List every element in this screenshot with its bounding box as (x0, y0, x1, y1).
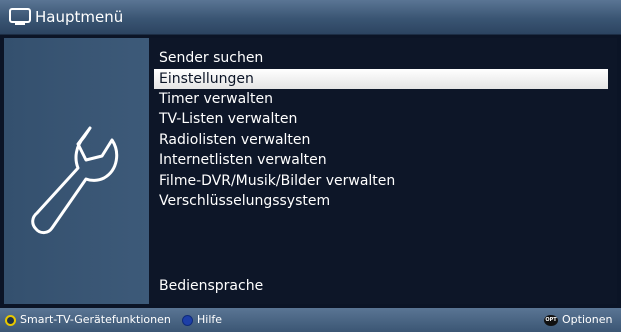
title-bar: Hauptmenü (0, 0, 621, 35)
menu-item[interactable]: Internetlisten verwalten (154, 150, 608, 171)
options-button-label: Optionen (562, 313, 613, 326)
main-menu-panel: Sender suchen Einstellungen Timer verwalte… (149, 38, 617, 304)
wrench-icon (31, 126, 119, 235)
tv-icon (9, 8, 31, 25)
footer-bar: Smart-TV-Gerätefunktionen Hilfe OPT Opti… (0, 308, 621, 332)
menu-item[interactable]: Einstellungen (154, 68, 608, 89)
blue-dot-icon (182, 314, 193, 326)
options-button[interactable]: OPT Optionen (544, 314, 612, 326)
page-title: Hauptmenü (35, 8, 124, 26)
menu-item[interactable]: Sender suchen (154, 48, 608, 69)
menu-list: Sender suchen Einstellungen Timer verwalte… (154, 48, 608, 212)
yellow-button-label: Smart-TV-Gerätefunktionen (20, 313, 171, 326)
menu-item[interactable]: Timer verwalten (154, 89, 608, 110)
sidebar-panel (4, 38, 149, 304)
menu-item[interactable]: Verschlüsselungssystem (154, 191, 608, 212)
menu-item[interactable]: TV-Listen verwalten (154, 109, 608, 130)
menu-item-bediensprache[interactable]: Bediensprache (159, 276, 263, 296)
yellow-button[interactable]: Smart-TV-Gerätefunktionen (5, 314, 171, 326)
yellow-dot-icon (5, 314, 16, 326)
help-button[interactable]: Hilfe (182, 314, 222, 326)
opt-icon: OPT (544, 314, 558, 326)
help-button-label: Hilfe (197, 313, 223, 326)
menu-item[interactable]: Filme-DVR/Musik/Bilder verwalten (154, 171, 608, 192)
menu-item[interactable]: Radiolisten verwalten (154, 130, 608, 151)
